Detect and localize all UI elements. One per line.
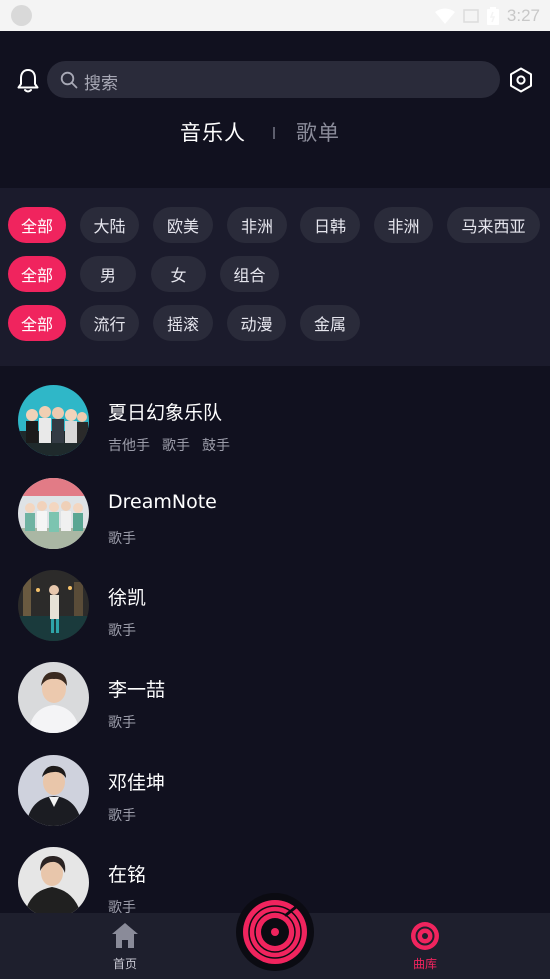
artist-role: 歌手 — [162, 438, 190, 454]
header — [0, 31, 550, 188]
filter-region-all[interactable]: 全部 — [8, 207, 66, 243]
avatar — [18, 478, 89, 549]
filter-gender-group[interactable]: 组合 — [220, 256, 279, 292]
bell-icon[interactable] — [17, 68, 39, 94]
home-icon — [112, 923, 138, 948]
filter-genre-pop[interactable]: 流行 — [80, 305, 139, 341]
battery-icon — [486, 7, 499, 25]
nav-library-label: 曲库 — [412, 957, 437, 971]
filter-genre-all[interactable]: 全部 — [8, 305, 66, 341]
avatar — [18, 385, 89, 456]
filter-region-africa[interactable]: 非洲 — [227, 207, 287, 243]
artist-row[interactable]: DreamNote 歌手 — [0, 478, 550, 558]
artist-roles: 歌手 — [108, 805, 136, 825]
artist-role: 歌手 — [108, 623, 136, 639]
filter-region-mainland[interactable]: 大陆 — [80, 207, 139, 243]
nav-library[interactable]: 曲库 — [375, 913, 475, 979]
artist-row[interactable]: 夏日幻象乐队 吉他手 歌手 鼓手 — [0, 385, 550, 465]
avatar — [18, 570, 89, 641]
app-notification-icon — [11, 5, 32, 26]
nav-home[interactable]: 首页 — [75, 913, 175, 979]
tab-divider — [273, 127, 275, 139]
filter-region-malaysia[interactable]: 马来西亚 — [447, 207, 540, 243]
artist-name: 在铭 — [108, 864, 147, 886]
search-input[interactable]: 搜索 — [47, 61, 500, 98]
artist-roles: 吉他手 歌手 鼓手 — [108, 435, 230, 455]
artist-name: 李一喆 — [108, 679, 166, 701]
filter-region-west[interactable]: 欧美 — [153, 207, 213, 243]
avatar — [18, 755, 89, 826]
wifi-icon — [434, 8, 455, 24]
artist-name: 邓佳坤 — [108, 772, 166, 794]
artist-roles: 歌手 — [108, 620, 136, 640]
filter-genre-rock[interactable]: 摇滚 — [153, 305, 213, 341]
status-bar: 3:27 — [0, 0, 550, 31]
artist-name: 徐凯 — [108, 587, 147, 609]
artist-role: 歌手 — [108, 715, 136, 731]
filter-genre-metal[interactable]: 金属 — [300, 305, 360, 341]
tab-musicians[interactable]: 音乐人 — [180, 117, 246, 147]
artist-roles: 歌手 — [108, 528, 136, 548]
signal-icon — [463, 9, 479, 23]
avatar — [18, 847, 89, 918]
artist-name: DreamNote — [108, 491, 217, 513]
artist-row[interactable]: 李一喆 歌手 — [0, 662, 550, 742]
artist-name: 夏日幻象乐队 — [108, 402, 223, 424]
center-player-button[interactable] — [236, 893, 314, 971]
filter-gender-all[interactable]: 全部 — [8, 256, 66, 292]
search-icon — [60, 71, 78, 89]
filter-region-africa-2[interactable]: 非洲 — [374, 207, 433, 243]
settings-icon[interactable] — [508, 67, 534, 93]
status-icons: 3:27 — [434, 4, 540, 28]
filter-region-jpkr[interactable]: 日韩 — [300, 207, 360, 243]
artist-role: 吉他手 — [108, 438, 150, 454]
filter-gender-female[interactable]: 女 — [151, 256, 206, 292]
artist-roles: 歌手 — [108, 712, 136, 732]
artist-role: 鼓手 — [202, 438, 230, 454]
search-placeholder: 搜索 — [84, 74, 118, 94]
artist-row[interactable]: 邓佳坤 歌手 — [0, 755, 550, 835]
music-library-icon — [411, 922, 439, 950]
artist-role: 歌手 — [108, 808, 136, 824]
filter-genre-anime[interactable]: 动漫 — [227, 305, 286, 341]
artist-row[interactable]: 徐凯 歌手 — [0, 570, 550, 650]
vinyl-disc-icon — [243, 900, 307, 964]
status-time: 3:27 — [506, 6, 540, 25]
artist-role: 歌手 — [108, 531, 136, 547]
tab-playlists[interactable]: 歌单 — [296, 117, 340, 147]
tab-bar: 音乐人 歌单 — [0, 117, 550, 149]
avatar — [18, 662, 89, 733]
filter-gender-male[interactable]: 男 — [80, 256, 136, 292]
nav-home-label: 首页 — [112, 957, 137, 971]
filter-panel: 全部 大陆 欧美 非洲 日韩 非洲 马来西亚 全部 男 女 组合 全部 流行 摇… — [0, 188, 550, 366]
